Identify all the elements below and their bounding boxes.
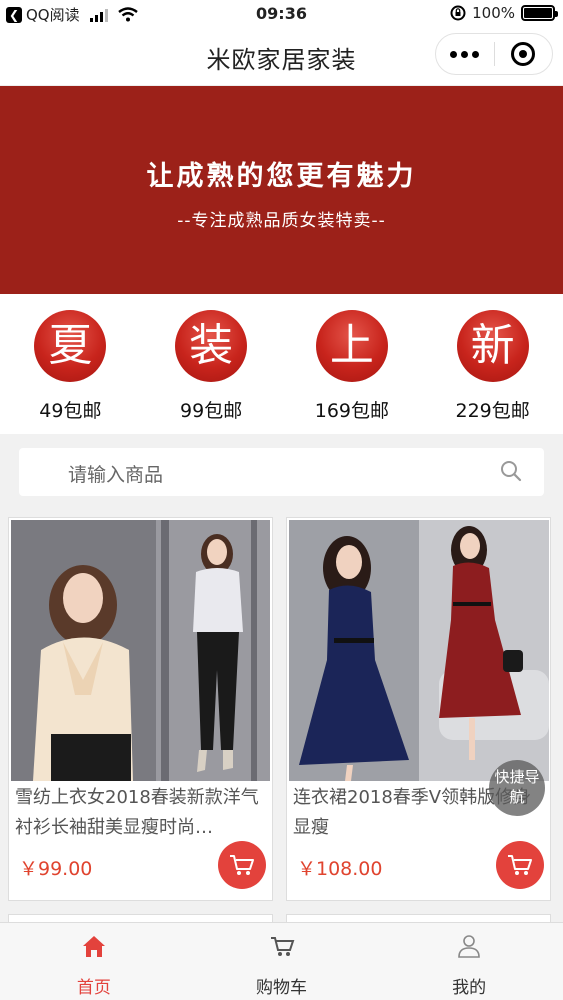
promo-row: 夏 49包邮 装 99包邮 上 169包邮 新 229包邮 xyxy=(0,294,563,434)
search-input[interactable]: 请输入商品 xyxy=(19,448,544,496)
more-menu-button[interactable] xyxy=(436,34,494,74)
tab-label: 我的 xyxy=(452,978,487,998)
add-to-cart-button[interactable] xyxy=(496,841,544,889)
tab-home[interactable]: 首页 xyxy=(0,923,188,1000)
navigation-bar: 米欧家居家装 xyxy=(0,28,563,86)
target-icon xyxy=(511,42,536,66)
orientation-lock-icon xyxy=(450,5,466,21)
promo-badge: 装 xyxy=(175,310,248,382)
hero-banner[interactable]: 让成熟的您更有魅力 --专注成熟品质女装特卖-- xyxy=(0,86,563,294)
promo-item[interactable]: 夏 49包邮 xyxy=(0,294,141,434)
promo-badge: 新 xyxy=(456,310,529,382)
banner-headline: 让成熟的您更有魅力 xyxy=(146,161,417,192)
promo-item[interactable]: 上 169包邮 xyxy=(282,294,423,434)
promo-badge: 上 xyxy=(315,310,388,382)
home-icon xyxy=(82,936,105,957)
product-image[interactable] xyxy=(11,520,270,781)
tab-label: 首页 xyxy=(76,978,111,998)
status-bar: ❮ QQ阅读 09:36 100% xyxy=(0,0,563,28)
product-card[interactable]: 连衣裙2018春季V领韩版修身显瘦 ￥108.00 xyxy=(286,517,551,901)
tab-cart[interactable]: 购物车 xyxy=(188,923,376,1000)
product-card[interactable]: 雪纺上衣女2018春装新款洋气衬衫长袖甜美显瘦时尚… ￥99.00 xyxy=(8,517,273,901)
product-name[interactable]: 雪纺上衣女2018春装新款洋气衬衫长袖甜美显瘦时尚… xyxy=(15,783,267,843)
search-icon[interactable] xyxy=(500,460,522,482)
miniprogram-capsule xyxy=(435,33,553,75)
promo-label: 169包邮 xyxy=(314,400,389,422)
cart-icon xyxy=(230,855,254,875)
promo-label: 49包邮 xyxy=(39,400,102,422)
cart-icon xyxy=(508,855,532,875)
search-placeholder: 请输入商品 xyxy=(68,464,164,486)
promo-label: 229包邮 xyxy=(455,400,530,422)
promo-label: 99包邮 xyxy=(180,400,243,422)
tab-bar: 首页 购物车 我的 xyxy=(0,922,563,1000)
promo-badge: 夏 xyxy=(34,310,107,382)
close-miniprogram-button[interactable] xyxy=(495,34,553,74)
user-icon xyxy=(458,935,480,958)
tab-mine[interactable]: 我的 xyxy=(375,923,563,1000)
add-to-cart-button[interactable] xyxy=(218,841,266,889)
quick-nav-button[interactable]: 快捷导航 xyxy=(489,760,545,816)
promo-item[interactable]: 装 99包邮 xyxy=(141,294,282,434)
battery-icon xyxy=(521,5,558,21)
promo-item[interactable]: 新 229包邮 xyxy=(422,294,563,434)
product-image[interactable] xyxy=(289,520,549,781)
more-dots-icon xyxy=(450,50,480,58)
product-price: ￥108.00 xyxy=(297,858,383,880)
quick-nav-label: 快捷导航 xyxy=(494,768,540,806)
cart-icon xyxy=(270,937,294,956)
banner-subline: --专注成熟品质女装特卖-- xyxy=(177,211,386,231)
tab-label: 购物车 xyxy=(256,978,307,998)
product-price: ￥99.00 xyxy=(19,858,93,880)
battery-percent: 100% xyxy=(472,4,515,22)
